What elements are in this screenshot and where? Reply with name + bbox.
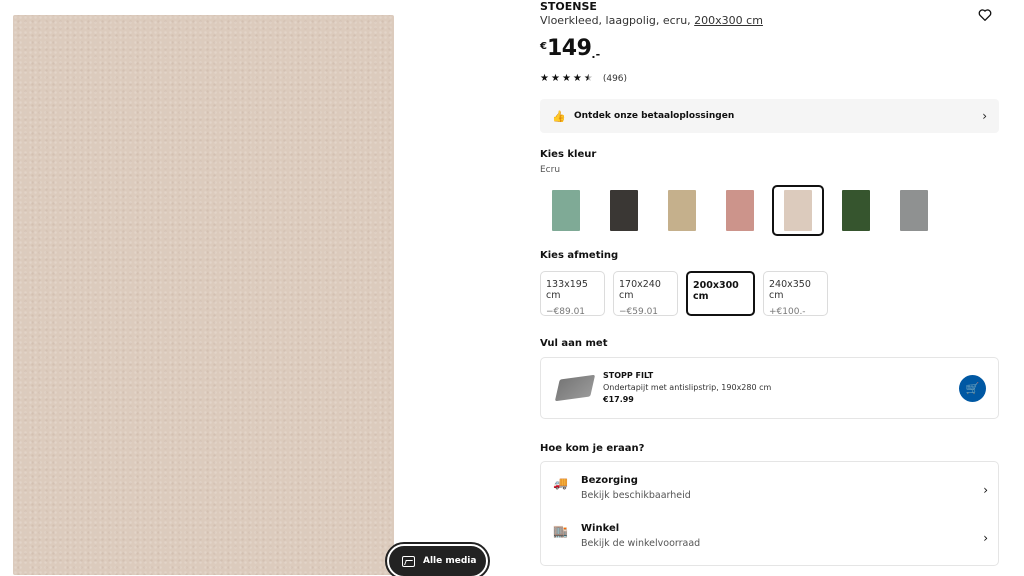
- selected-color: Ecru: [540, 165, 561, 175]
- review-count: (496): [602, 74, 628, 84]
- color-swatch[interactable]: [656, 185, 708, 236]
- addon-name: STOPP FILT: [603, 371, 654, 380]
- color-swatch[interactable]: [714, 185, 766, 236]
- color-swatch[interactable]: [598, 185, 650, 236]
- store-title: Winkel: [581, 523, 620, 534]
- color-swatch[interactable]: [540, 185, 592, 236]
- size-label: 240x350 cm: [769, 279, 811, 301]
- addon-product-image: [554, 374, 596, 402]
- addon-heading: Vul aan met: [540, 338, 608, 349]
- size-option[interactable]: 240x350 cm +€100.-: [763, 271, 828, 317]
- product-image[interactable]: [13, 15, 394, 575]
- delivery-title: Bezorging: [581, 475, 638, 486]
- payment-label: Ontdek onze betaaloplossingen: [574, 111, 735, 121]
- size-label: 170x240 cm: [619, 279, 661, 301]
- size-label: 133x195 cm: [546, 279, 588, 301]
- color-heading: Kies kleur: [540, 149, 597, 160]
- swatch-color: [668, 190, 696, 231]
- size-option[interactable]: 170x240 cm −€59.01: [613, 271, 678, 317]
- delivery-option-bezorging[interactable]: 🚚 Bezorging Bekijk beschikbaarheid ›: [553, 475, 988, 501]
- size-price-diff: −€59.01: [619, 307, 659, 317]
- delivery-option-winkel[interactable]: 🏬 Winkel Bekijk de winkelvoorraad ›: [553, 523, 988, 549]
- size-price-diff: +€100.-: [769, 307, 806, 317]
- swatch-color: [726, 190, 754, 231]
- delivery-options: 🚚 Bezorging Bekijk beschikbaarheid › 🏬 W…: [540, 461, 999, 566]
- store-sub: Bekijk de winkelvoorraad: [581, 538, 701, 549]
- swatch-color: [610, 190, 638, 231]
- star-icon: ★: [561, 73, 571, 84]
- addon-description: Ondertapijt met antislipstrip, 190x280 c…: [603, 383, 772, 392]
- star-icon: ★: [550, 73, 560, 84]
- size-label: 200x300 cm: [693, 280, 739, 302]
- all-media-button[interactable]: Alle media: [385, 542, 490, 576]
- thumbs-up-icon: 👍: [552, 109, 566, 123]
- star-icon: ★: [540, 73, 549, 84]
- size-link[interactable]: 200x300 cm: [694, 14, 763, 27]
- chevron-right-icon: ›: [983, 531, 988, 545]
- add-to-cart-button[interactable]: 🛒: [959, 374, 986, 402]
- rating[interactable]: ★ ★ ★ ★ ★ (496): [540, 73, 628, 85]
- price: € 149 .-: [540, 36, 601, 61]
- delivery-heading: Hoe kom je eraan?: [540, 443, 645, 454]
- color-swatches: [540, 185, 940, 236]
- all-media-label: Alle media: [423, 556, 477, 566]
- chevron-right-icon: ›: [983, 483, 988, 497]
- swatch-color: [842, 190, 870, 231]
- payment-options-bar[interactable]: 👍 Ontdek onze betaaloplossingen ›: [540, 99, 999, 133]
- product-description: Vloerkleed, laagpolig, ecru, 200x300 cm: [540, 14, 763, 27]
- star-icon: ★: [572, 73, 582, 84]
- size-options: 133x195 cm −€89.01 170x240 cm −€59.01 200x30…: [540, 271, 828, 317]
- swatch-color: [900, 190, 928, 231]
- heart-icon[interactable]: [977, 7, 993, 23]
- half-star-icon: ★: [583, 73, 593, 84]
- size-option[interactable]: 133x195 cm −€89.01: [540, 271, 605, 317]
- product-name: STOENSE: [540, 0, 597, 13]
- size-heading: Kies afmeting: [540, 250, 619, 261]
- addon-card[interactable]: STOPP FILT Ondertapijt met antislipstrip…: [540, 357, 999, 419]
- cart-icon: 🛒: [965, 381, 980, 395]
- color-swatch[interactable]: [888, 185, 940, 236]
- chevron-right-icon: ›: [982, 109, 987, 123]
- swatch-color: [552, 190, 580, 231]
- color-swatch[interactable]: [772, 185, 824, 236]
- swatch-color: [784, 190, 812, 231]
- delivery-sub: Bekijk beschikbaarheid: [581, 490, 691, 501]
- size-option[interactable]: 200x300 cm: [686, 271, 755, 316]
- addon-price: €17.99: [603, 395, 634, 404]
- color-swatch[interactable]: [830, 185, 882, 236]
- gallery-icon: [402, 555, 415, 567]
- store-icon: 🏬: [553, 524, 568, 538]
- size-price-diff: −€89.01: [546, 307, 586, 317]
- truck-icon: 🚚: [553, 476, 568, 490]
